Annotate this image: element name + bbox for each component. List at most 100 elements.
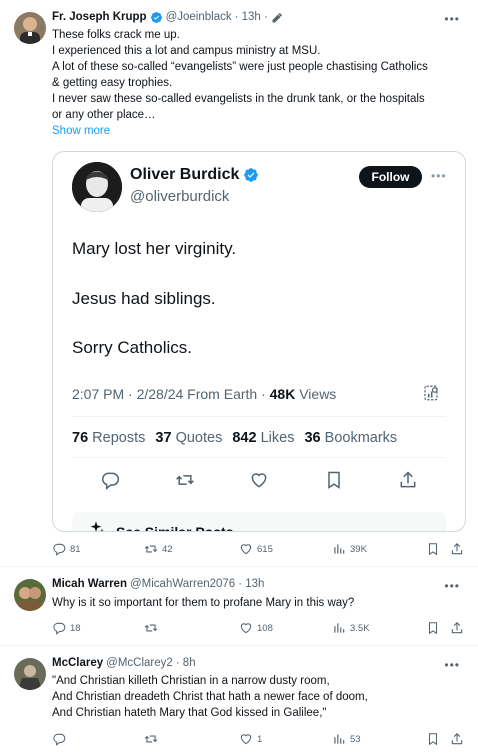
author-handle[interactable]: @MicahWarren2076 xyxy=(130,577,235,592)
views-icon xyxy=(334,623,345,633)
bookmark-button[interactable] xyxy=(426,621,444,635)
avatar[interactable] xyxy=(14,579,46,611)
quoted-tweet[interactable]: Oliver Burdick @oliverburdick Follow •••… xyxy=(52,151,466,532)
retweet-icon[interactable] xyxy=(175,470,195,490)
tweet-line: I experienced this a lot and campus mini… xyxy=(52,45,321,57)
share-icon xyxy=(451,622,463,634)
tweet-time[interactable]: · 8h xyxy=(176,656,196,671)
retweet-button[interactable] xyxy=(144,732,162,746)
author-name[interactable]: McClarey xyxy=(52,656,103,671)
reply-icon xyxy=(53,622,66,635)
share-icon[interactable] xyxy=(398,470,418,490)
tweet-action-bar: 1 53 xyxy=(52,732,466,748)
tweet-action-bar: 18 108 3.5K xyxy=(52,621,466,637)
show-more-link[interactable]: Show more xyxy=(52,123,428,139)
views-count: 48K xyxy=(269,386,296,402)
like-button[interactable]: 1 xyxy=(239,732,262,746)
bookmark-icon xyxy=(428,622,438,635)
reply-button[interactable]: 18 xyxy=(52,621,81,635)
like-count: 108 xyxy=(257,622,273,634)
see-similar-posts-button[interactable]: See Similar Posts xyxy=(72,512,446,532)
share-button[interactable] xyxy=(450,732,468,746)
timestamp-text[interactable]: 2:07 PM · 2/28/24 From Earth · xyxy=(72,386,266,402)
bookmarks-count[interactable]: 36 xyxy=(304,430,320,446)
divider xyxy=(0,566,478,567)
retweet-button[interactable]: 42 xyxy=(144,542,173,556)
views-button[interactable]: 53 xyxy=(332,732,361,746)
avatar[interactable] xyxy=(14,12,46,44)
like-button[interactable]: 108 xyxy=(239,621,273,635)
tweet-header: Micah Warren @MicahWarren2076 · 13h xyxy=(52,577,264,592)
like-count: 615 xyxy=(257,543,273,555)
quoted-author-name[interactable]: Oliver Burdick xyxy=(130,166,239,184)
reply-icon xyxy=(53,733,66,746)
see-similar-label: See Similar Posts xyxy=(116,524,234,532)
retweet-count: 42 xyxy=(162,543,173,555)
tweet-text: "And Christian killeth Christian in a na… xyxy=(52,673,368,721)
reposts-label[interactable]: Reposts xyxy=(92,430,145,446)
likes-label[interactable]: Likes xyxy=(261,430,295,446)
views-count: 53 xyxy=(350,733,361,745)
avatar[interactable] xyxy=(72,162,122,212)
bookmark-button[interactable] xyxy=(426,732,444,746)
more-icon[interactable]: ••• xyxy=(444,579,460,593)
like-icon xyxy=(240,734,252,745)
retweet-button[interactable] xyxy=(144,621,162,635)
views-icon xyxy=(334,734,345,744)
divider xyxy=(0,645,478,646)
like-icon xyxy=(240,623,252,634)
share-icon xyxy=(451,733,463,745)
share-button[interactable] xyxy=(450,621,468,635)
quotes-count[interactable]: 37 xyxy=(155,430,171,446)
quoted-author-name-row: Oliver Burdick xyxy=(130,166,259,184)
tweet-line: Why is it so important for them to profa… xyxy=(52,597,355,609)
more-icon[interactable]: ••• xyxy=(431,169,447,183)
divider xyxy=(72,416,446,417)
bookmarks-label[interactable]: Bookmarks xyxy=(325,430,398,446)
like-button[interactable]: 615 xyxy=(239,542,273,556)
tweet-line: And Christian dreadeth Christ that hath … xyxy=(52,691,368,703)
tweet-action-bar: 81 42 615 39K xyxy=(52,542,466,558)
more-icon[interactable]: ••• xyxy=(444,658,460,672)
divider xyxy=(72,457,446,458)
retweet-icon xyxy=(144,624,158,632)
tweet-line: "And Christian killeth Christian in a na… xyxy=(52,675,330,687)
bookmark-icon xyxy=(428,733,438,746)
like-count: 1 xyxy=(257,733,263,745)
tweet-time[interactable]: · 13h · xyxy=(235,10,268,25)
quoted-text-line: Sorry Catholics. xyxy=(72,338,192,357)
analytics-icon[interactable] xyxy=(422,384,440,402)
bookmark-icon[interactable] xyxy=(324,470,344,490)
quoted-author-handle[interactable]: @oliverburdick xyxy=(130,188,229,205)
tweet-line: I never saw these so-called evangelists … xyxy=(52,93,425,105)
avatar[interactable] xyxy=(14,658,46,690)
author-handle[interactable]: @McClarey2 xyxy=(106,656,173,671)
reposts-count[interactable]: 76 xyxy=(72,430,88,446)
verified-icon xyxy=(150,11,162,24)
tweet-line: & getting easy trophies. xyxy=(52,77,173,89)
tweet-line: A lot of these so-called “evangelists” w… xyxy=(52,61,428,73)
author-handle[interactable]: @Joeinblack xyxy=(166,10,232,25)
quoted-timestamp: 2:07 PM · 2/28/24 From Earth · 48K Views xyxy=(72,386,336,402)
more-icon[interactable]: ••• xyxy=(444,12,460,26)
like-icon xyxy=(240,544,252,555)
like-icon[interactable] xyxy=(249,470,269,490)
follow-button[interactable]: Follow xyxy=(359,166,422,188)
bookmark-button[interactable] xyxy=(426,542,444,556)
views-button[interactable]: 39K xyxy=(332,542,367,556)
likes-count[interactable]: 842 xyxy=(232,430,256,446)
tweet-line: And Christian hateth Mary that God kisse… xyxy=(52,707,327,719)
retweet-icon xyxy=(144,735,158,743)
views-button[interactable]: 3.5K xyxy=(332,621,370,635)
reply-icon[interactable] xyxy=(100,470,120,490)
views-icon xyxy=(334,544,345,554)
reply-count: 81 xyxy=(70,543,81,555)
quotes-label[interactable]: Quotes xyxy=(176,430,223,446)
share-icon xyxy=(451,543,463,555)
reply-button[interactable]: 81 xyxy=(52,542,81,556)
tweet-time[interactable]: · 13h xyxy=(238,577,264,592)
author-name[interactable]: Micah Warren xyxy=(52,577,127,592)
reply-button[interactable] xyxy=(52,732,70,746)
share-button[interactable] xyxy=(450,542,468,556)
author-name[interactable]: Fr. Joseph Krupp xyxy=(52,10,147,25)
